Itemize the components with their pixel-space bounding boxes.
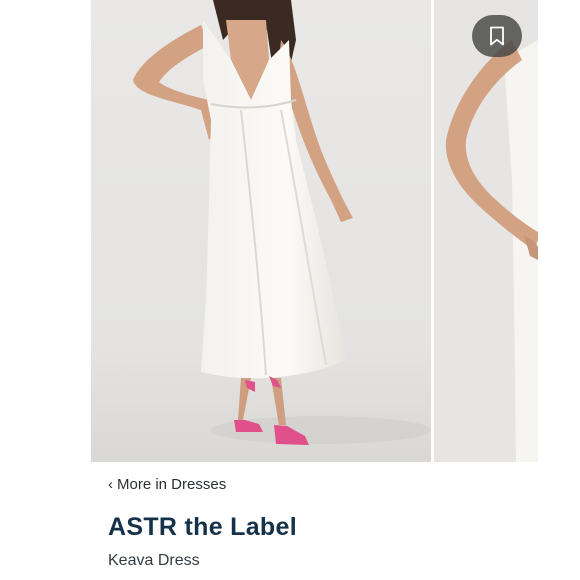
bookmark-icon <box>490 26 504 46</box>
product-image-secondary[interactable] <box>434 0 538 462</box>
breadcrumb-link[interactable]: ‹ More in Dresses <box>108 476 226 493</box>
breadcrumb-label: More in Dresses <box>117 476 227 493</box>
product-photo-illustration <box>91 0 431 462</box>
product-image-gallery[interactable] <box>0 0 580 462</box>
product-image-main[interactable] <box>91 0 431 462</box>
product-title: Keava Dress <box>108 552 200 569</box>
chevron-left-icon: ‹ <box>108 476 113 493</box>
save-button[interactable] <box>472 15 522 57</box>
brand-name[interactable]: ASTR the Label <box>108 513 297 542</box>
product-photo-illustration-2 <box>434 0 538 462</box>
